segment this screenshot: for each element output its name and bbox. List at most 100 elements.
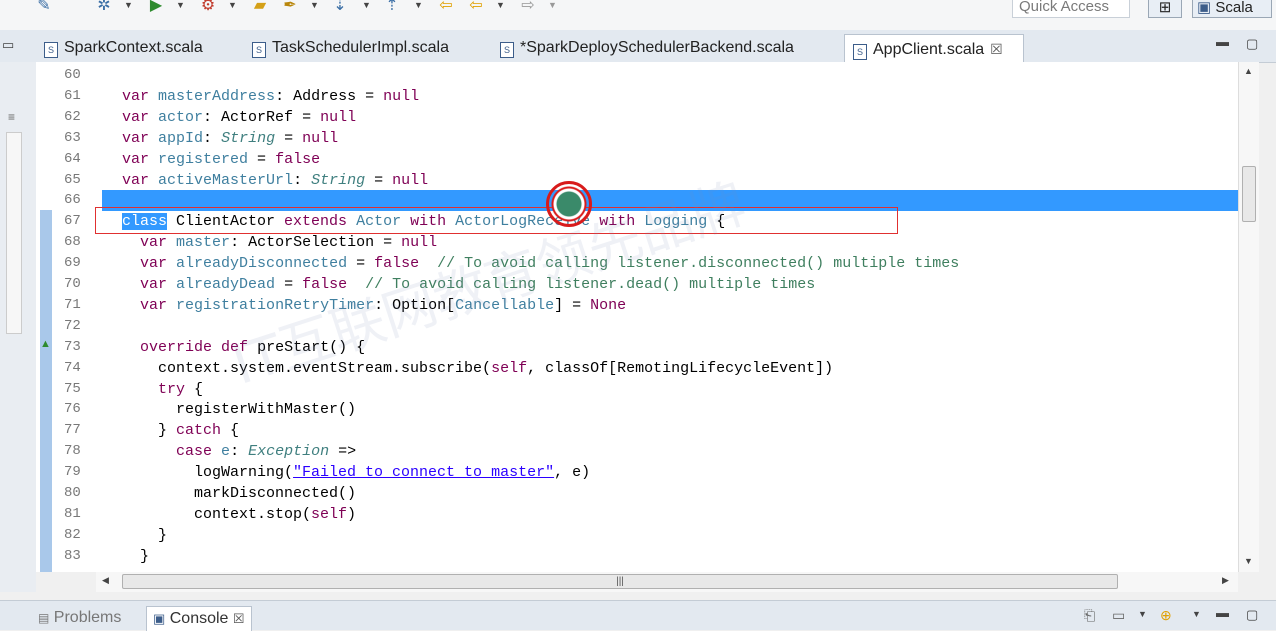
- code-text[interactable]: var registrationRetryTimer: Option[Cance…: [122, 295, 626, 316]
- code-text[interactable]: var registered = false: [122, 149, 320, 170]
- scroll-down-icon[interactable]: ▼: [1244, 556, 1253, 566]
- code-line[interactable]: 71 var registrationRetryTimer: Option[Ca…: [36, 295, 1238, 316]
- code-line[interactable]: 60: [36, 65, 1238, 86]
- last-edit-icon[interactable]: ⇦: [436, 0, 456, 16]
- code-text[interactable]: context.system.eventStream.subscribe(sel…: [122, 358, 833, 379]
- tab-sparkdeployschedulerbackend[interactable]: S *SparkDeploySchedulerBackend.scala: [500, 34, 794, 62]
- vertical-scroll-thumb[interactable]: [1242, 166, 1256, 222]
- scala-file-icon: S: [500, 42, 514, 58]
- scroll-right-icon[interactable]: ▶: [1222, 575, 1229, 586]
- close-icon[interactable]: ☒: [990, 41, 1003, 57]
- scala-icon: ▣: [1197, 0, 1212, 16]
- search-icon[interactable]: ✒: [280, 0, 300, 16]
- code-text[interactable]: context.stop(self): [122, 504, 356, 525]
- tab-problems[interactable]: ▤ Problems: [38, 606, 121, 630]
- code-text[interactable]: var alreadyDead = false // To avoid call…: [122, 274, 815, 295]
- chevron-down-icon[interactable]: ▼: [310, 0, 319, 10]
- chevron-down-icon[interactable]: ▼: [1192, 609, 1201, 619]
- display-console-icon[interactable]: ▭: [1112, 607, 1125, 624]
- code-text[interactable]: try {: [122, 379, 203, 400]
- code-line[interactable]: 74 context.system.eventStream.subscribe(…: [36, 358, 1238, 379]
- chevron-down-icon[interactable]: ▼: [414, 0, 423, 10]
- tab-console[interactable]: ▣ Console ☒: [146, 606, 252, 631]
- horizontal-scrollbar[interactable]: ◀ ||| ▶: [96, 572, 1238, 592]
- prev-annotation-icon[interactable]: ⇡: [382, 0, 402, 16]
- chevron-down-icon[interactable]: ▼: [548, 0, 557, 10]
- code-line[interactable]: 80 markDisconnected(): [36, 483, 1238, 504]
- scala-file-icon: S: [853, 44, 867, 60]
- code-line[interactable]: 83 }: [36, 546, 1238, 567]
- code-line[interactable]: 73 override def preStart() {: [36, 337, 1238, 358]
- code-text[interactable]: var activeMasterUrl: String = null: [122, 170, 428, 191]
- line-number: 70: [64, 276, 81, 292]
- code-line[interactable]: 79 logWarning("Failed to connect to mast…: [36, 462, 1238, 483]
- code-text[interactable]: case e: Exception =>: [122, 441, 356, 462]
- code-line[interactable]: 70 var alreadyDead = false // To avoid c…: [36, 274, 1238, 295]
- code-text[interactable]: var masterAddress: Address = null: [122, 86, 419, 107]
- maximize-icon[interactable]: ▢: [1246, 607, 1258, 623]
- open-folder-icon[interactable]: ▰: [250, 0, 270, 16]
- view-menu-icon[interactable]: ▭: [2, 37, 14, 53]
- code-text[interactable]: var actor: ActorRef = null: [122, 107, 356, 128]
- chevron-down-icon[interactable]: ▼: [496, 0, 505, 10]
- scala-file-icon: S: [44, 42, 58, 58]
- code-text[interactable]: }: [122, 525, 167, 546]
- next-annotation-icon[interactable]: ⇣: [330, 0, 350, 16]
- minimize-icon[interactable]: ▬: [1216, 34, 1229, 49]
- code-text[interactable]: var alreadyDisconnected = false // To av…: [122, 253, 959, 274]
- code-line[interactable]: 64 var registered = false: [36, 149, 1238, 170]
- code-line[interactable]: 72: [36, 316, 1238, 337]
- code-line[interactable]: 75 try {: [36, 379, 1238, 400]
- code-text[interactable]: }: [122, 546, 149, 567]
- code-editor[interactable]: 60 61 var masterAddress: Address = null 62 v…: [36, 62, 1238, 572]
- code-line[interactable]: 62 var actor: ActorRef = null: [36, 107, 1238, 128]
- override-marker-icon[interactable]: ▲: [40, 338, 51, 350]
- maximize-icon[interactable]: ▢: [1246, 36, 1258, 52]
- code-line[interactable]: 77 } catch {: [36, 420, 1238, 441]
- chevron-down-icon[interactable]: ▼: [124, 0, 133, 10]
- pin-console-icon[interactable]: ⎗: [1084, 607, 1095, 624]
- code-text[interactable]: override def preStart() {: [122, 337, 365, 358]
- close-icon[interactable]: ☒: [233, 611, 245, 626]
- code-text[interactable]: } catch {: [122, 420, 239, 441]
- external-tools-icon[interactable]: ⚙: [198, 0, 218, 16]
- tab-taskschedulerimpl[interactable]: S TaskSchedulerImpl.scala: [252, 34, 449, 62]
- code-line[interactable]: 61 var masterAddress: Address = null: [36, 86, 1238, 107]
- list-icon[interactable]: ≡: [8, 110, 15, 124]
- code-line[interactable]: 82 }: [36, 525, 1238, 546]
- chevron-down-icon[interactable]: ▼: [1138, 609, 1147, 619]
- tab-sparkcontext[interactable]: S SparkContext.scala: [44, 34, 203, 62]
- code-line[interactable]: 76 registerWithMaster(): [36, 399, 1238, 420]
- code-text[interactable]: logWarning("Failed to connect to master"…: [122, 462, 590, 483]
- code-text[interactable]: var appId: String = null: [122, 128, 338, 149]
- scala-perspective-button[interactable]: ▣ Scala: [1192, 0, 1272, 18]
- code-line[interactable]: 63 var appId: String = null: [36, 128, 1238, 149]
- code-line[interactable]: 68 var master: ActorSelection = null: [36, 232, 1238, 253]
- back-icon[interactable]: ⇦: [466, 0, 486, 16]
- quick-access-input[interactable]: Quick Access: [1012, 0, 1130, 18]
- code-text[interactable]: markDisconnected(): [122, 483, 356, 504]
- scroll-left-icon[interactable]: ◀: [102, 575, 109, 586]
- code-line[interactable]: 69 var alreadyDisconnected = false // To…: [36, 253, 1238, 274]
- code-line[interactable]: 81 context.stop(self): [36, 504, 1238, 525]
- run-icon[interactable]: ▶: [146, 0, 166, 16]
- left-scrollbar[interactable]: [6, 132, 22, 334]
- line-number: 69: [64, 255, 81, 272]
- horizontal-scroll-thumb[interactable]: |||: [122, 574, 1118, 589]
- code-line[interactable]: 65 var activeMasterUrl: String = null: [36, 170, 1238, 191]
- scroll-up-icon[interactable]: ▲: [1244, 66, 1253, 76]
- code-text[interactable]: registerWithMaster(): [122, 399, 356, 420]
- open-perspective-button[interactable]: ⊞: [1148, 0, 1182, 18]
- chevron-down-icon[interactable]: ▼: [362, 0, 371, 10]
- code-line[interactable]: 78 case e: Exception =>: [36, 441, 1238, 462]
- vertical-scrollbar[interactable]: ▲ ▼: [1238, 62, 1259, 572]
- tab-appclient[interactable]: S AppClient.scala ☒: [844, 34, 1024, 62]
- code-text[interactable]: var master: ActorSelection = null: [122, 232, 437, 253]
- debug-icon[interactable]: ✎: [34, 0, 54, 16]
- open-console-icon[interactable]: ⊕: [1160, 607, 1172, 624]
- chevron-down-icon[interactable]: ▼: [228, 0, 237, 10]
- minimize-icon[interactable]: ▬: [1216, 605, 1229, 620]
- settings-icon[interactable]: ✲: [94, 0, 114, 16]
- forward-icon[interactable]: ⇨: [518, 0, 538, 16]
- chevron-down-icon[interactable]: ▼: [176, 0, 185, 10]
